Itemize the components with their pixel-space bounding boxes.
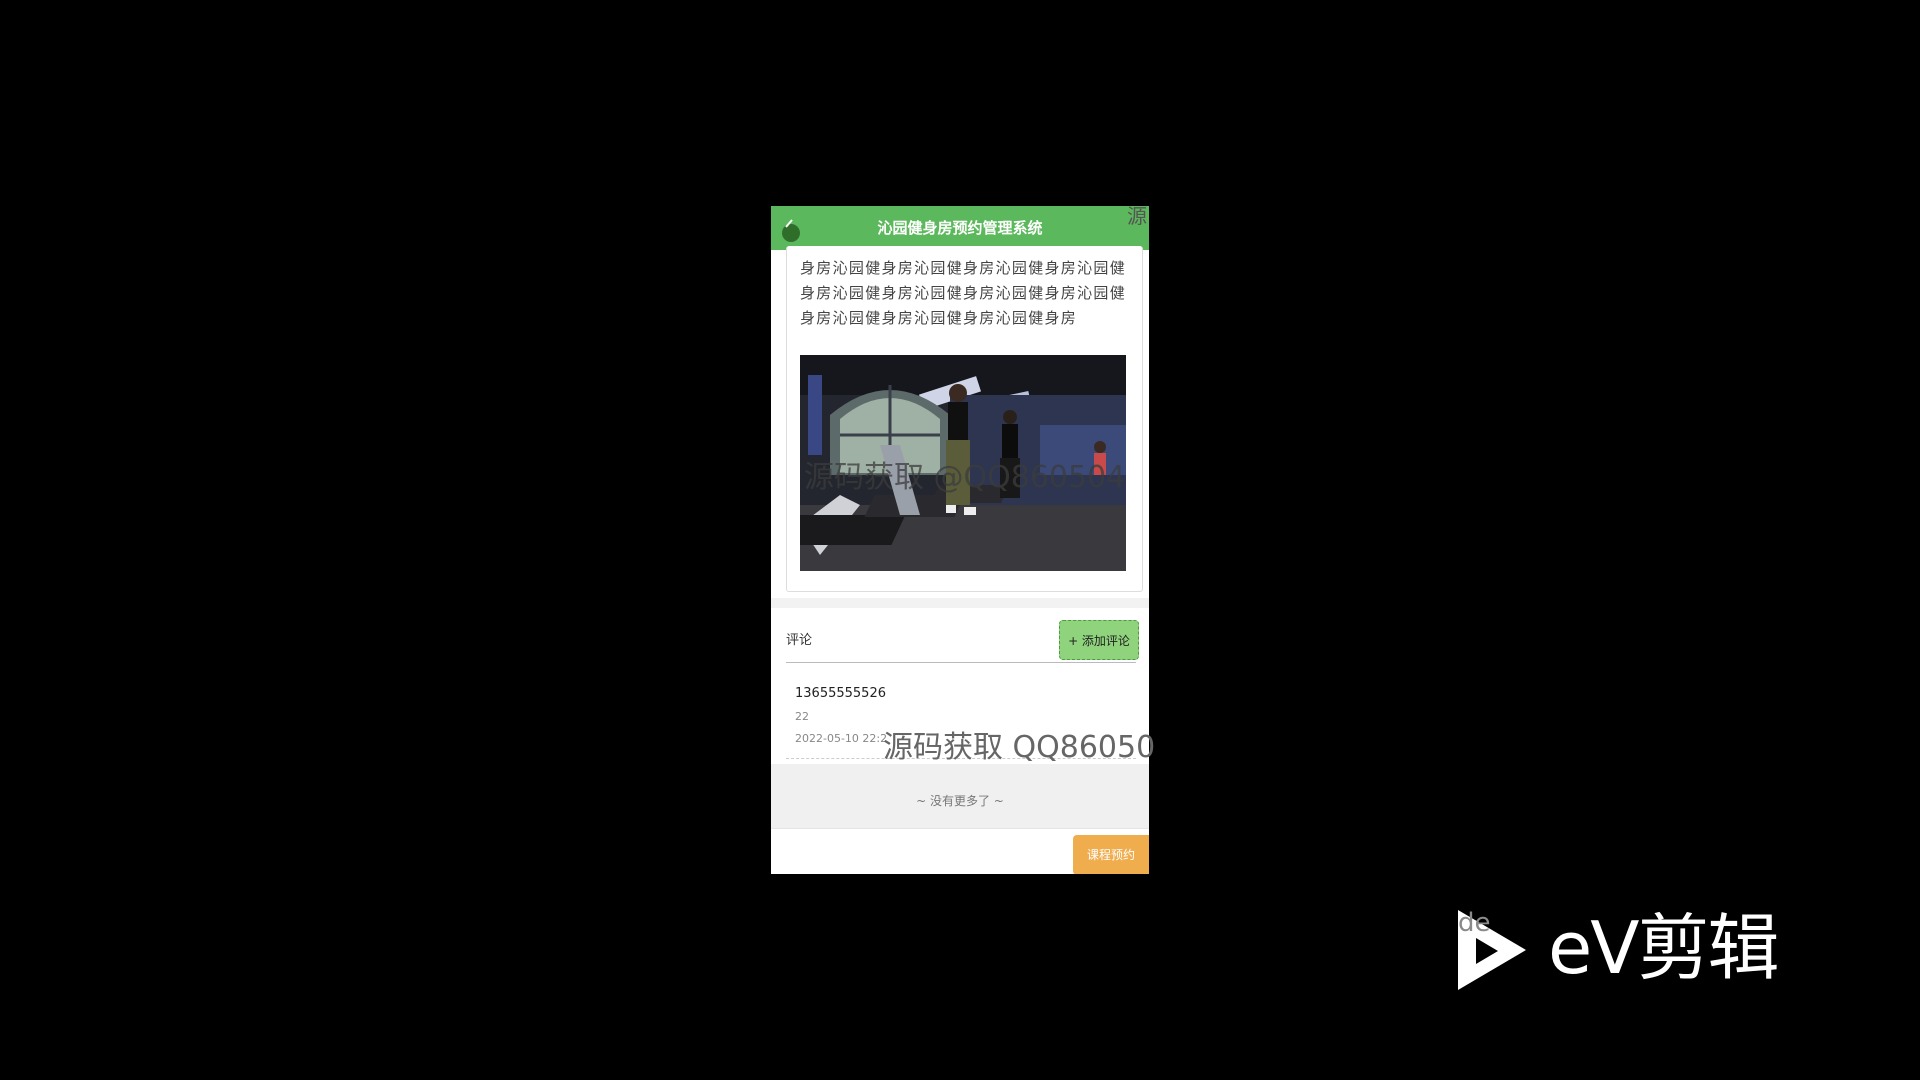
corner-watermark-text: 源 [1127,206,1147,228]
comment-header: 评论 + 添加评论 [786,612,1139,663]
top-nav-bar: 沁园健身房预约管理系统 源 [771,206,1149,250]
comment-time: 2022-05-10 22:2 [795,732,888,745]
course-description: 身房沁园健身房沁园健身房沁园健身房沁园健身房沁园健身房沁园健身房沁园健身房沁园健… [800,259,1127,327]
comment-user: 13655555526 [795,686,886,701]
no-more-text: ~ 没有更多了 ~ [916,794,1004,808]
phone-screen: 沁园健身房预约管理系统 源 身房沁园健身房沁园健身房沁园健身房沁园健身房沁园健身… [771,206,1149,874]
course-detail-card: 身房沁园健身房沁园健身房沁园健身房沁园健身房沁园健身房沁园健身房沁园健身房沁园健… [786,246,1143,592]
comment-label: 评论 [786,633,813,648]
book-course-button[interactable]: 课程预约 [1073,835,1149,874]
faint-logo-text: de [1458,908,1491,938]
no-more-section: ~ 没有更多了 ~ [771,764,1149,828]
course-photo [800,355,1126,571]
comment-item: 13655555526 22 2022-05-10 22:2 [786,676,1136,759]
bottom-action-bar: 课程预约 [771,828,1149,874]
ev-brand-text: eV剪辑 [1548,906,1780,990]
ev-editor-logo: de eV剪辑 [1452,904,1822,996]
section-divider [771,598,1149,608]
page-title: 沁园健身房预约管理系统 [877,219,1043,237]
gym-photo-image [800,355,1126,571]
add-comment-button[interactable]: + 添加评论 [1059,620,1139,660]
comment-text: 22 [795,710,809,723]
